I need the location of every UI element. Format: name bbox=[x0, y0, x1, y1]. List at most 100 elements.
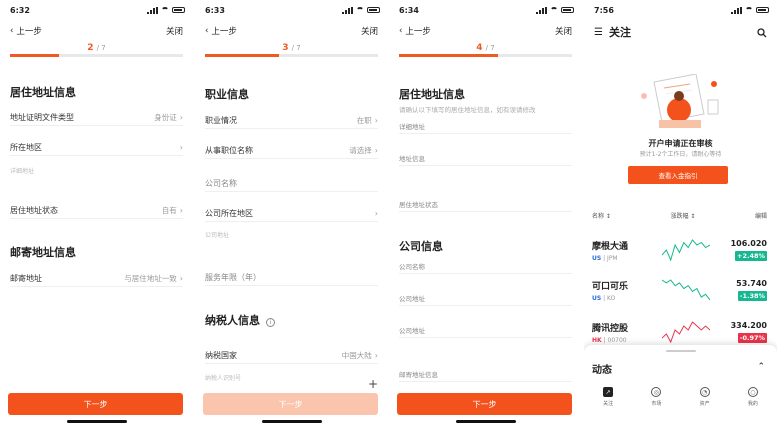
sheet-handle[interactable] bbox=[665, 350, 696, 352]
stock-row[interactable]: 可口可乐 US | KO 53.740 -1.38% bbox=[592, 270, 767, 310]
home-indicator bbox=[261, 420, 322, 423]
chevron-left-icon: ‹ bbox=[205, 26, 209, 36]
tab-asset[interactable]: ◔ 资产 bbox=[699, 387, 710, 407]
review-illustration bbox=[641, 74, 719, 128]
field-company-name[interactable]: 公司名称 bbox=[399, 258, 572, 274]
row-employment[interactable]: 职业情况 在职 › bbox=[205, 113, 378, 129]
battery-icon bbox=[756, 7, 769, 13]
change-badge: -0.97% bbox=[737, 333, 767, 343]
back-button[interactable]: ‹ 上一步 bbox=[10, 25, 42, 37]
wifi-icon bbox=[745, 7, 753, 13]
col-name[interactable]: 名称 ↕ bbox=[592, 211, 611, 220]
col-change[interactable]: 涨跌幅 ↕ bbox=[670, 211, 695, 220]
field-company-address-2[interactable]: 公司地址 bbox=[399, 322, 572, 338]
wifi-icon bbox=[356, 7, 364, 13]
home-indicator bbox=[455, 420, 516, 423]
section-title-residence: 居住地址信息 bbox=[399, 88, 465, 101]
field-detail-address[interactable]: 详细地址 bbox=[399, 118, 572, 134]
status-time: 7:56 bbox=[594, 5, 614, 15]
sparkline bbox=[662, 321, 710, 344]
chevron-right-icon: › bbox=[374, 146, 378, 155]
chevron-right-icon: › bbox=[179, 143, 183, 152]
chevron-right-icon: › bbox=[374, 209, 378, 218]
chart-icon: ↗ bbox=[603, 387, 614, 397]
back-button[interactable]: ‹ 上一步 bbox=[399, 25, 431, 37]
close-button[interactable]: 关闭 bbox=[555, 25, 572, 37]
row-residence-status[interactable]: 居住地址状态 自有 › bbox=[10, 203, 183, 219]
row-address-proof[interactable]: 地址证明文件类型 身份证 › bbox=[10, 110, 183, 126]
row-service-years[interactable]: 服务年限（年） bbox=[205, 270, 378, 286]
search-icon[interactable] bbox=[757, 23, 767, 42]
signal-icon bbox=[147, 6, 158, 14]
row-mailing-address[interactable]: 邮寄地址 与居住地址一致 › bbox=[10, 271, 183, 287]
wifi-icon bbox=[550, 7, 558, 13]
phone-screen-step2: 6:32 ‹ 上一步 关闭 2 / 7 居住地址信息 地址证明文件类型 身份证 › 所… bbox=[0, 0, 193, 427]
tab-market[interactable]: ◎ 市场 bbox=[651, 387, 661, 407]
status-bar: 6:34 bbox=[389, 0, 582, 20]
info-icon[interactable]: i bbox=[266, 318, 275, 327]
chevron-up-icon[interactable]: ⌃ bbox=[757, 362, 765, 372]
close-button[interactable]: 关闭 bbox=[166, 25, 183, 37]
next-button[interactable]: 下一步 bbox=[8, 393, 183, 415]
sparkline bbox=[662, 239, 710, 262]
wifi-icon bbox=[161, 7, 169, 13]
status-bar: 6:33 bbox=[195, 0, 388, 20]
field-mailing-info[interactable]: 邮寄地址信息 bbox=[399, 366, 572, 382]
close-button[interactable]: 关闭 bbox=[361, 25, 378, 37]
row-company-region[interactable]: 公司所在地区 › bbox=[205, 206, 378, 222]
row-region[interactable]: 所在地区 › bbox=[10, 140, 183, 156]
review-status-title: 开户申请正在审核 bbox=[648, 139, 713, 148]
signal-icon bbox=[731, 6, 742, 14]
section-description: 请确认以下填写的居住地址信息，如有误请修改 bbox=[399, 106, 536, 114]
battery-icon bbox=[561, 7, 574, 13]
deposit-guide-button[interactable]: 查看入金指引 bbox=[628, 166, 728, 184]
field-company-address[interactable]: 公司地址 bbox=[399, 290, 572, 306]
progress-bar bbox=[205, 54, 378, 57]
status-time: 6:34 bbox=[399, 5, 419, 15]
sheet-title: 动态 bbox=[592, 365, 612, 376]
section-title-company: 公司信息 bbox=[399, 240, 443, 253]
section-title-tax: 纳税人信息 i bbox=[195, 312, 285, 328]
col-edit[interactable]: 编辑 bbox=[755, 211, 767, 220]
phone-screen-watchlist: 7:56 ☰ 关注 开户申请正在审核 预计1-2个工作日，请耐心等待 查看入金指引… bbox=[584, 0, 777, 427]
market-icon: ◎ bbox=[651, 387, 662, 397]
step-indicator: 2 / 7 bbox=[87, 43, 106, 53]
chevron-right-icon: › bbox=[179, 274, 183, 283]
tab-watchlist[interactable]: ↗ 关注 bbox=[603, 387, 613, 407]
chevron-right-icon: › bbox=[374, 116, 378, 125]
nav-bar: ‹ 上一步 关闭 bbox=[0, 20, 193, 42]
next-button[interactable]: 下一步 bbox=[397, 393, 572, 415]
chevron-right-icon: › bbox=[179, 113, 183, 122]
stock-row[interactable]: 摩根大通 US | JPM 106.020 +2.48% bbox=[592, 230, 767, 270]
phone-screen-step3: 6:33 ‹ 上一步 关闭 3 / 7 职业信息 职业情况 在职 › 从事职位名称 请选… bbox=[195, 0, 388, 427]
review-status-subtitle: 预计1-2个工作日，请耐心等待 bbox=[639, 151, 722, 158]
field-address-info[interactable]: 地址信息 bbox=[399, 150, 572, 166]
asset-icon: ◔ bbox=[699, 387, 710, 397]
battery-icon bbox=[172, 7, 185, 13]
section-title-occupation: 职业信息 bbox=[205, 88, 249, 101]
change-badge: +2.48% bbox=[735, 251, 767, 261]
status-bar: 6:32 bbox=[0, 0, 193, 20]
step-indicator: 4 / 7 bbox=[476, 43, 495, 53]
back-button[interactable]: ‹ 上一步 bbox=[205, 25, 237, 37]
step-indicator: 3 / 7 bbox=[282, 43, 301, 53]
status-time: 6:32 bbox=[10, 5, 30, 15]
bottom-sheet[interactable]: 动态 ⌃ ↗ 关注 ◎ 市场 ◔ 资产 ○ 我的 bbox=[584, 345, 777, 427]
progress-bar bbox=[399, 54, 572, 57]
field-residence-status[interactable]: 居住地址状态 bbox=[399, 196, 572, 212]
signal-icon bbox=[342, 6, 353, 14]
section-title-mailing: 邮寄地址信息 bbox=[10, 246, 76, 259]
phone-screen-step4: 6:34 ‹ 上一步 关闭 4 / 7 居住地址信息 请确认以下填写的居住地址信息… bbox=[389, 0, 582, 427]
menu-icon[interactable]: ☰ bbox=[594, 27, 603, 38]
add-icon[interactable]: + bbox=[368, 377, 378, 391]
tab-profile[interactable]: ○ 我的 bbox=[747, 387, 758, 407]
tax-id-label: 纳税人识别号 bbox=[205, 375, 242, 382]
section-title-residence: 居住地址信息 bbox=[10, 86, 76, 99]
page-title: 关注 bbox=[608, 26, 631, 39]
next-button[interactable]: 下一步 bbox=[203, 393, 378, 415]
chevron-right-icon: › bbox=[179, 206, 183, 215]
row-company-name[interactable]: 公司名称 bbox=[205, 176, 378, 192]
row-position[interactable]: 从事职位名称 请选择 › bbox=[205, 143, 378, 159]
row-tax-country[interactable]: 纳税国家 中国大陆 › bbox=[205, 348, 378, 364]
signal-icon bbox=[536, 6, 547, 14]
